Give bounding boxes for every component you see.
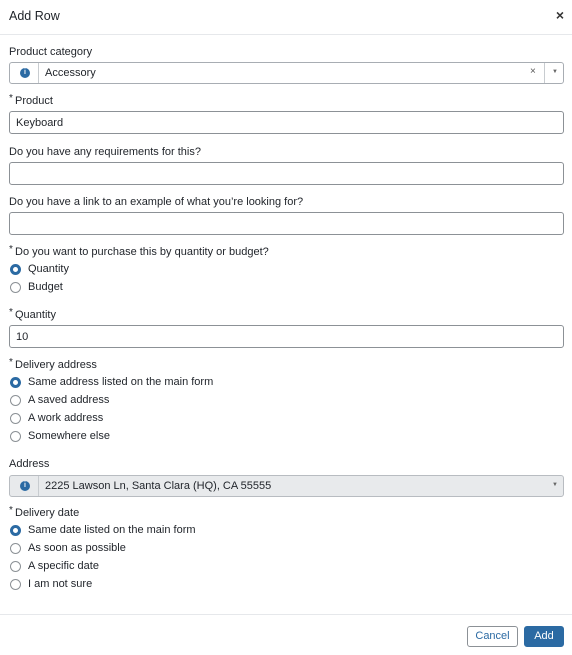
info-icon: i: [20, 68, 30, 78]
info-icon-container: i: [10, 63, 39, 83]
address-label: Address: [9, 458, 50, 470]
radio-label: As soon as possible: [28, 542, 126, 554]
example-link-input[interactable]: [9, 212, 564, 235]
info-icon-container: i: [10, 476, 39, 496]
radio-button[interactable]: [10, 431, 21, 442]
product-label: Product: [15, 95, 53, 107]
radio-label: Budget: [28, 281, 63, 293]
address-value: 2225 Lawson Ln, Santa Clara (HQ), CA 555…: [45, 480, 272, 492]
radio-label: Quantity: [28, 263, 69, 275]
close-icon[interactable]: ×: [553, 7, 567, 23]
chevron-down-icon[interactable]: ▼: [552, 69, 558, 75]
radio-button[interactable]: [10, 561, 21, 572]
quantity-label: Quantity: [15, 309, 56, 321]
delivery-date-label: Delivery date: [15, 507, 80, 519]
product-category-label: Product category: [9, 46, 93, 58]
required-marker: *: [9, 93, 13, 104]
radio-button-checked[interactable]: [10, 377, 21, 388]
requirements-input[interactable]: [9, 162, 564, 185]
radio-label: Somewhere else: [28, 430, 110, 442]
example-link-label: Do you have a link to an example of what…: [9, 196, 304, 208]
quantity-input[interactable]: 10: [9, 325, 564, 348]
radio-label: A work address: [28, 412, 104, 424]
radio-button-checked[interactable]: [10, 264, 21, 275]
radio-button[interactable]: [10, 413, 21, 424]
radio-button[interactable]: [10, 579, 21, 590]
required-marker: *: [9, 357, 13, 368]
radio-label: A saved address: [28, 394, 110, 406]
product-input-value: Keyboard: [16, 117, 64, 129]
required-marker: *: [9, 307, 13, 318]
product-input[interactable]: Keyboard: [9, 111, 564, 134]
clear-icon[interactable]: ×: [530, 66, 536, 77]
cancel-button[interactable]: Cancel: [467, 626, 518, 647]
chevron-down-icon[interactable]: ▼: [552, 482, 558, 488]
select-divider: [544, 63, 545, 83]
dialog-footer: Cancel Add: [0, 614, 572, 655]
product-category-select[interactable]: i Accessory × ▼: [9, 62, 564, 84]
required-marker: *: [9, 244, 13, 255]
requirements-label: Do you have any requirements for this?: [9, 146, 201, 158]
radio-button[interactable]: [10, 543, 21, 554]
radio-label: I am not sure: [28, 578, 93, 590]
radio-label: A specific date: [28, 560, 99, 572]
dialog-title: Add Row: [9, 9, 60, 23]
info-icon: i: [20, 481, 30, 491]
radio-button-checked[interactable]: [10, 525, 21, 536]
radio-label: Same date listed on the main form: [28, 524, 196, 536]
radio-button[interactable]: [10, 395, 21, 406]
add-row-dialog: Add Row × Product category i Accessory ×…: [0, 0, 572, 655]
radio-button[interactable]: [10, 282, 21, 293]
radio-label: Same address listed on the main form: [28, 376, 214, 388]
quantity-input-value: 10: [16, 331, 29, 343]
delivery-address-label: Delivery address: [15, 359, 97, 371]
product-category-value: Accessory: [45, 67, 96, 79]
required-marker: *: [9, 505, 13, 516]
dialog-header: Add Row ×: [0, 0, 572, 35]
purchase-by-label: Do you want to purchase this by quantity…: [15, 246, 269, 258]
add-button[interactable]: Add: [524, 626, 564, 647]
address-select[interactable]: i 2225 Lawson Ln, Santa Clara (HQ), CA 5…: [9, 475, 564, 497]
